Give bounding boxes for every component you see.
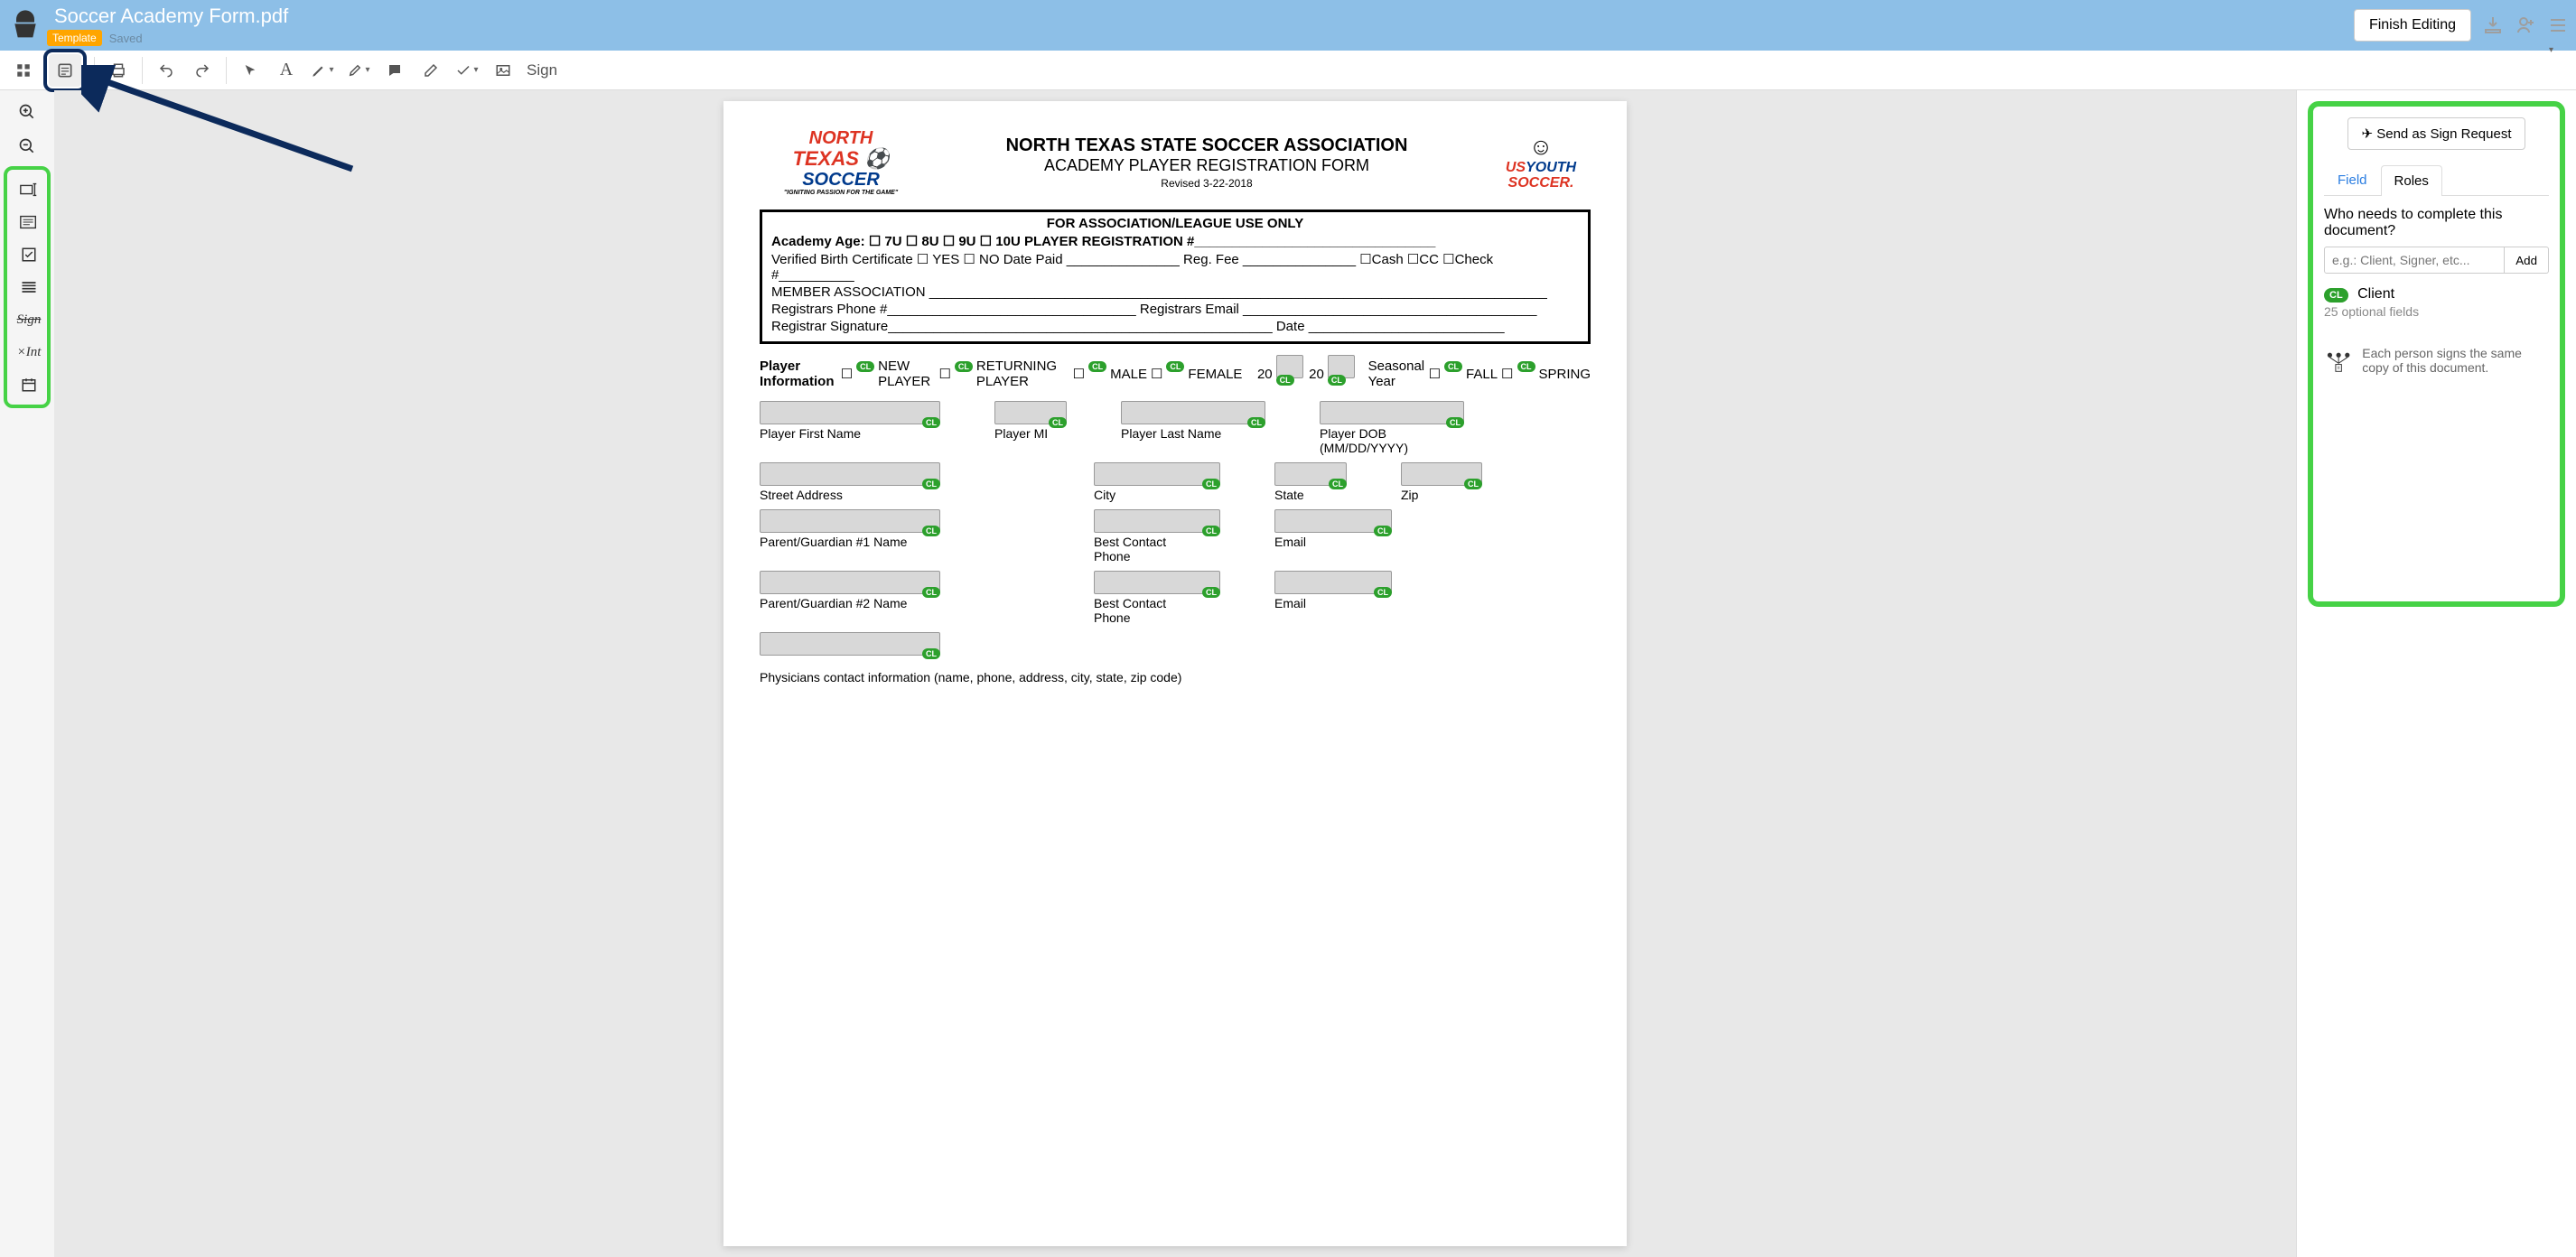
template-badge: Template: [47, 30, 102, 46]
zoom-out-button[interactable]: [7, 132, 47, 161]
sign-tool[interactable]: Sign: [527, 61, 557, 79]
field-tools-group: Sign ×Int: [4, 166, 51, 408]
app-header: Soccer Academy Form.pdf Template Saved F…: [0, 0, 2576, 51]
doc-subtitle: ACADEMY PLAYER REGISTRATION FORM: [922, 156, 1491, 175]
tab-roles[interactable]: Roles: [2381, 165, 2442, 196]
text-field-tool[interactable]: [9, 175, 49, 204]
guardian2-name-field[interactable]: [760, 571, 940, 594]
redo-button[interactable]: [186, 54, 219, 87]
document-canvas[interactable]: NORTH TEXAS ⚽ SOCCER "IGNITING PASSION F…: [54, 90, 2296, 1257]
zoom-in-button[interactable]: [7, 98, 47, 126]
fields-panel-button[interactable]: [49, 54, 81, 87]
paragraph-field-tool[interactable]: [9, 208, 49, 237]
player-first-name-field[interactable]: [760, 401, 940, 424]
role-item-client[interactable]: CL Client 25 optional fields: [2324, 286, 2549, 319]
finish-editing-button[interactable]: Finish Editing: [2354, 9, 2471, 42]
toolbar: A ▾ ▾ ▾ Sign: [0, 51, 2576, 90]
cl-tag: CL: [856, 361, 874, 372]
document-page: NORTH TEXAS ⚽ SOCCER "IGNITING PASSION F…: [723, 101, 1627, 1246]
checkbox-field-tool[interactable]: [9, 240, 49, 269]
guardian1-phone-field[interactable]: [1094, 509, 1220, 533]
date-field-tool[interactable]: [9, 370, 49, 399]
fields-panel-highlight: [43, 49, 87, 92]
roles-note: Each person signs the same copy of this …: [2324, 346, 2549, 378]
print-button[interactable]: [102, 54, 135, 87]
menu-icon[interactable]: ▾: [2547, 14, 2569, 36]
physician-field[interactable]: [760, 632, 940, 656]
text-tool[interactable]: A: [270, 54, 303, 87]
eraser-tool[interactable]: [415, 54, 447, 87]
initials-field-tool[interactable]: ×Int: [9, 338, 49, 367]
tab-field[interactable]: Field: [2324, 164, 2381, 195]
right-panel: ✈ Send as Sign Request Field Roles Who n…: [2296, 90, 2576, 1257]
role-name-input[interactable]: [2324, 247, 2505, 274]
add-person-icon[interactable]: [2515, 14, 2536, 36]
comment-tool[interactable]: [378, 54, 411, 87]
city-field[interactable]: [1094, 462, 1220, 486]
guardian2-phone-field[interactable]: [1094, 571, 1220, 594]
doc-revised: Revised 3-22-2018: [922, 177, 1491, 190]
player-info-label: Player Information: [760, 358, 837, 389]
pointer-tool[interactable]: [234, 54, 266, 87]
doc-title: NORTH TEXAS STATE SOCCER ASSOCIATION: [922, 135, 1491, 156]
dropdown-field-tool[interactable]: [9, 273, 49, 302]
physician-label: Physicians contact information (name, ph…: [760, 670, 1591, 684]
roles-panel-highlight: ✈ Send as Sign Request Field Roles Who n…: [2308, 101, 2565, 607]
download-icon[interactable]: [2482, 14, 2504, 36]
thumbnails-button[interactable]: [7, 54, 40, 87]
undo-button[interactable]: [150, 54, 182, 87]
role-pill: CL: [2324, 288, 2348, 303]
checkmark-tool[interactable]: ▾: [451, 54, 483, 87]
roles-question: Who needs to complete this document?: [2324, 207, 2549, 239]
add-role-button[interactable]: Add: [2505, 247, 2549, 274]
north-texas-logo: NORTH TEXAS ⚽ SOCCER "IGNITING PASSION F…: [760, 128, 922, 197]
app-logo: [7, 7, 43, 43]
saved-status: Saved: [109, 32, 143, 45]
send-sign-request-button[interactable]: ✈ Send as Sign Request: [2347, 117, 2525, 150]
association-box: FOR ASSOCIATION/LEAGUE USE ONLY Academy …: [760, 210, 1591, 344]
highlighter-tool[interactable]: ▾: [342, 54, 375, 87]
street-field[interactable]: [760, 462, 940, 486]
player-last-name-field[interactable]: [1121, 401, 1265, 424]
image-tool[interactable]: [487, 54, 519, 87]
guardian1-name-field[interactable]: [760, 509, 940, 533]
us-youth-logo: ☺ USYOUTH SOCCER.: [1491, 134, 1591, 191]
left-toolbar: Sign ×Int: [0, 90, 54, 1257]
signature-field-tool[interactable]: Sign: [9, 305, 49, 334]
document-filename: Soccer Academy Form.pdf: [54, 5, 288, 28]
pen-tool[interactable]: ▾: [306, 54, 339, 87]
player-dob-field[interactable]: [1320, 401, 1464, 424]
